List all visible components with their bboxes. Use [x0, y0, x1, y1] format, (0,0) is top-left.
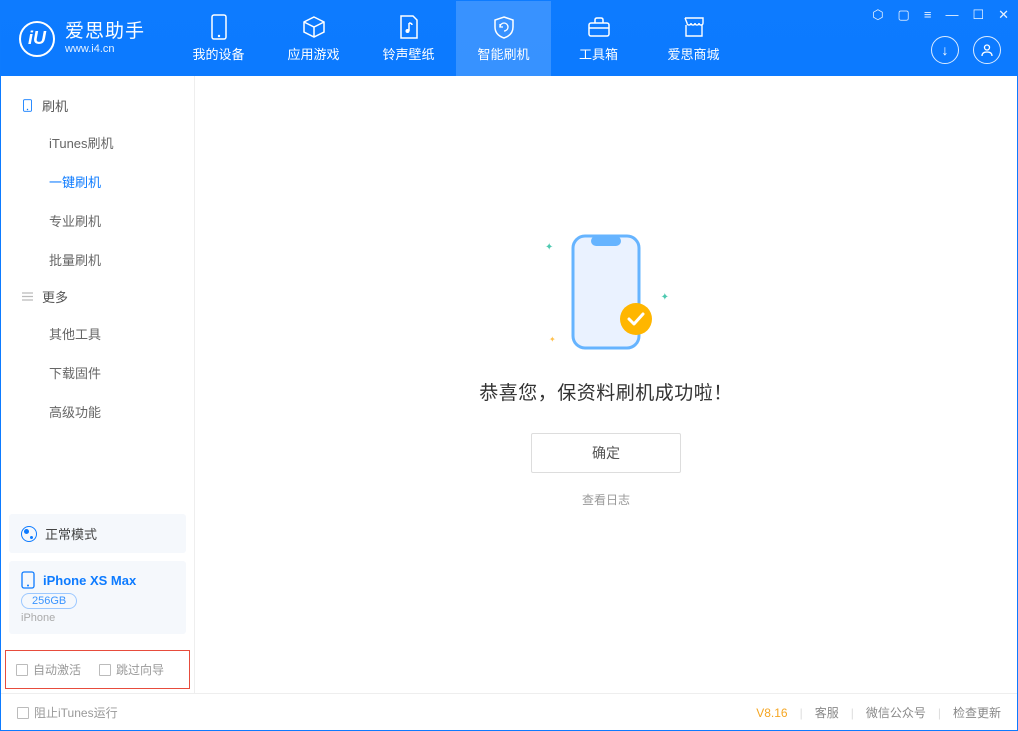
success-message: 恭喜您，保资料刷机成功啦！	[479, 378, 733, 405]
cube-icon	[301, 14, 327, 40]
toolbox-icon	[586, 14, 612, 40]
nav-ringtones[interactable]: 铃声壁纸	[361, 1, 456, 76]
store-icon	[681, 14, 707, 40]
device-card[interactable]: iPhone XS Max 256GB iPhone	[9, 561, 186, 634]
sidebar-item-advanced[interactable]: 高级功能	[1, 392, 194, 431]
version-label: V8.16	[756, 706, 787, 720]
nav-toolbox[interactable]: 工具箱	[551, 1, 646, 76]
wechat-link[interactable]: 微信公众号	[866, 704, 926, 721]
download-button[interactable]: ↓	[931, 36, 959, 64]
minimize-button[interactable]: —	[945, 7, 958, 23]
nav-tabs: 我的设备 应用游戏 铃声壁纸 智能刷机 工具箱 爱思商城	[171, 1, 741, 76]
device-capacity: 256GB	[21, 593, 77, 609]
sidebar-item-itunes-flash[interactable]: iTunes刷机	[1, 123, 194, 162]
nav-store[interactable]: 爱思商城	[646, 1, 741, 76]
sidebar-item-download-firmware[interactable]: 下载固件	[1, 353, 194, 392]
nav-my-device[interactable]: 我的设备	[171, 1, 266, 76]
checkbox-skip-guide[interactable]: 跳过向导	[99, 661, 164, 678]
shirt-icon[interactable]: ⬡	[872, 7, 883, 23]
flash-options: 自动激活 跳过向导	[5, 650, 190, 689]
shield-refresh-icon	[491, 14, 517, 40]
close-button[interactable]: ✕	[998, 7, 1009, 23]
checkbox-auto-activate[interactable]: 自动激活	[16, 661, 81, 678]
success-check-icon	[619, 302, 653, 336]
logo: iU 爱思助手 www.i4.cn	[1, 21, 163, 57]
device-name: iPhone XS Max	[43, 573, 136, 588]
sidebar-group-flash: 刷机	[1, 88, 194, 123]
account-button[interactable]	[973, 36, 1001, 64]
device-icon	[21, 571, 35, 589]
nav-flash[interactable]: 智能刷机	[456, 1, 551, 76]
phone-icon	[206, 14, 232, 40]
device-type: iPhone	[21, 612, 174, 624]
mode-icon	[21, 526, 37, 542]
feedback-icon[interactable]: ▢	[898, 7, 910, 23]
menu-icon[interactable]: ≡	[924, 7, 932, 23]
app-name: 爱思助手	[65, 22, 145, 43]
maximize-button[interactable]: ☐	[972, 7, 984, 23]
checkbox-block-itunes[interactable]: 阻止iTunes运行	[17, 704, 118, 721]
ok-button[interactable]: 确定	[531, 433, 681, 473]
header-actions: ↓	[931, 36, 1001, 64]
app-url: www.i4.cn	[65, 43, 145, 55]
sidebar: 刷机 iTunes刷机 一键刷机 专业刷机 批量刷机 更多 其他工具 下载固件 …	[1, 76, 195, 693]
main-content: ✦ ✦ ✦ 恭喜您，保资料刷机成功啦！ 确定 查看日志	[195, 76, 1017, 693]
window-controls: ⬡ ▢ ≡ — ☐ ✕	[872, 7, 1009, 23]
support-link[interactable]: 客服	[815, 704, 839, 721]
view-log-link[interactable]: 查看日志	[582, 491, 630, 508]
footer: 阻止iTunes运行 V8.16 | 客服 | 微信公众号 | 检查更新	[1, 693, 1017, 731]
music-file-icon	[396, 14, 422, 40]
sidebar-group-more: 更多	[1, 279, 194, 314]
check-update-link[interactable]: 检查更新	[953, 704, 1001, 721]
sidebar-item-batch-flash[interactable]: 批量刷机	[1, 240, 194, 279]
logo-icon: iU	[19, 21, 55, 57]
nav-apps[interactable]: 应用游戏	[266, 1, 361, 76]
success-illustration: ✦ ✦ ✦	[567, 232, 645, 352]
sidebar-item-other-tools[interactable]: 其他工具	[1, 314, 194, 353]
sidebar-item-oneclick-flash[interactable]: 一键刷机	[1, 162, 194, 201]
sidebar-item-pro-flash[interactable]: 专业刷机	[1, 201, 194, 240]
mode-indicator[interactable]: 正常模式	[9, 514, 186, 553]
header: iU 爱思助手 www.i4.cn 我的设备 应用游戏 铃声壁纸 智能刷机 工具…	[1, 1, 1017, 76]
